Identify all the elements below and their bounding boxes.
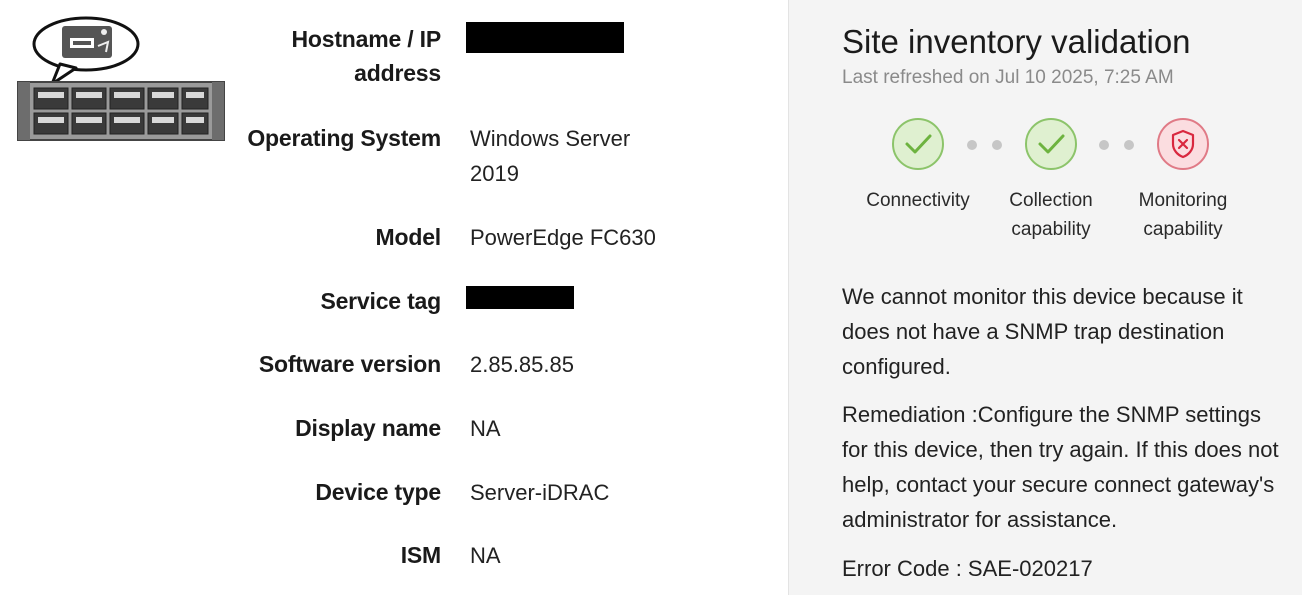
step-connector-dot <box>967 140 977 150</box>
field-label: Device type <box>315 479 441 505</box>
field-label: Software version <box>258 351 441 377</box>
device-illustration <box>14 12 230 144</box>
field-label: Hostname / IP address <box>291 26 442 86</box>
step-connector-dot <box>1124 140 1134 150</box>
error-message: We cannot monitor this device because it… <box>842 284 1243 379</box>
shield-x-icon <box>1171 129 1195 159</box>
field-label: Model <box>375 224 442 250</box>
monitoring-status <box>1157 118 1209 170</box>
step-label-monitoring: Monitoring capability <box>1118 186 1248 244</box>
panel-title: Site inventory validation <box>842 23 1191 60</box>
check-icon <box>905 134 932 154</box>
step-label-connectivity: Connectivity <box>853 186 983 215</box>
step-connector-dot <box>992 140 1002 150</box>
step-label-line: Collection <box>1009 190 1093 211</box>
server-rack-icon <box>17 16 225 141</box>
check-icon <box>1038 134 1065 154</box>
field-label: Service tag <box>320 288 441 314</box>
remediation-text: Remediation :Configure the SNMP settings… <box>842 402 1279 532</box>
step-connector-dot <box>1099 140 1109 150</box>
redacted-service-tag <box>466 286 574 309</box>
field-label: Display name <box>295 415 441 441</box>
validation-panel: Site inventory validation Last refreshed… <box>788 0 1302 595</box>
step-label-line: capability <box>1143 219 1223 240</box>
step-label-line: capability <box>1011 219 1091 240</box>
field-label: Operating System <box>247 125 441 151</box>
field-value: NA <box>470 416 501 441</box>
step-label-line: Monitoring <box>1138 190 1228 211</box>
last-refreshed: Last refreshed on Jul 10 2025, 7:25 AM <box>842 67 1174 88</box>
collection-status <box>1025 118 1077 170</box>
connectivity-status <box>892 118 944 170</box>
field-value: Windows Server 2019 <box>470 126 631 186</box>
field-value: NA <box>470 543 501 568</box>
step-label-collection: Collection capability <box>986 186 1116 244</box>
redacted-hostname <box>466 22 624 53</box>
field-value: 2.85.85.85 <box>470 352 574 377</box>
field-label: ISM <box>400 542 441 568</box>
error-code: Error Code : SAE-020217 <box>842 556 1093 581</box>
field-value: PowerEdge FC630 <box>470 225 656 250</box>
device-details: Hostname / IP address Operating System W… <box>240 0 788 595</box>
field-value: Server-iDRAC <box>470 480 610 505</box>
step-label-line: Connectivity <box>866 190 970 211</box>
